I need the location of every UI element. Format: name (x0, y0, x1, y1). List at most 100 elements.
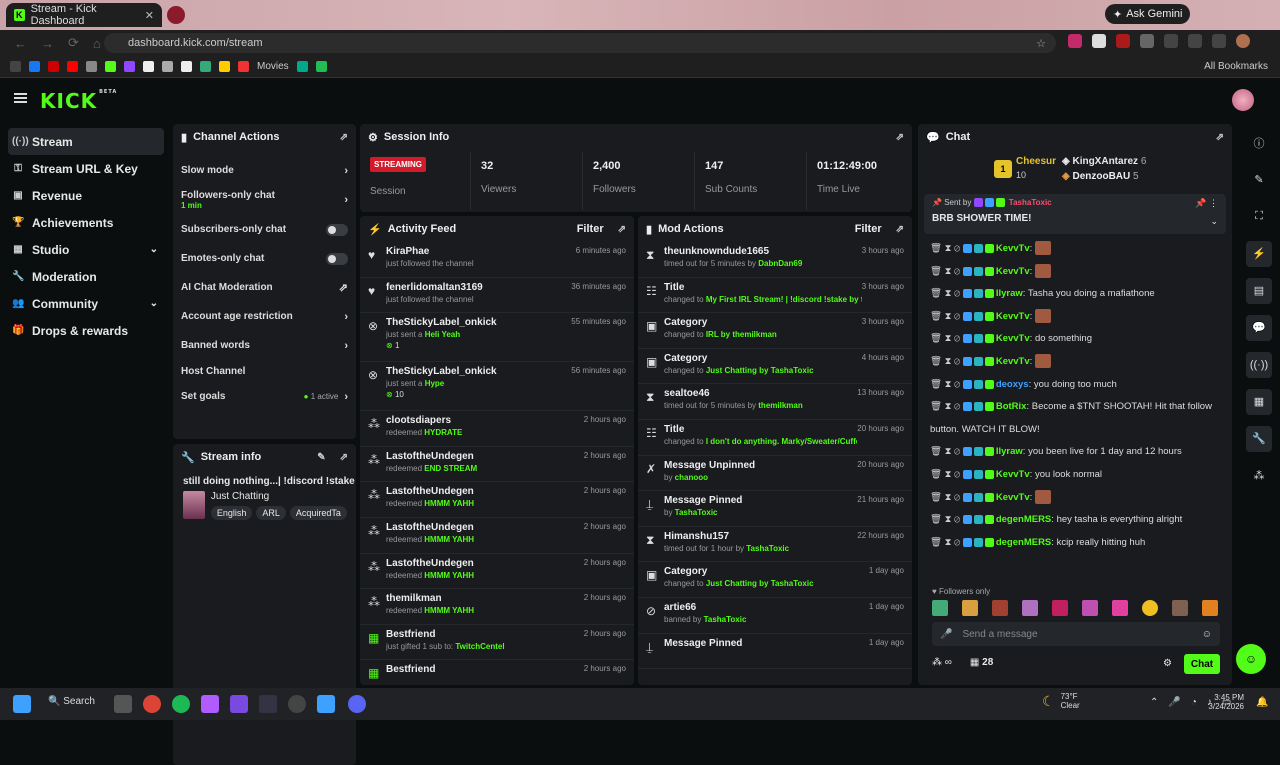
chat-username[interactable]: degenMERS (996, 537, 1051, 548)
tag[interactable]: English (210, 506, 253, 520)
ask-gemini-button[interactable]: ✦ Ask Gemini (1105, 4, 1191, 24)
feed-username[interactable]: Category (664, 566, 869, 577)
mod-tools-icon[interactable]: 🗑 ⧗ ⊘ (930, 288, 963, 299)
discord-icon[interactable] (348, 695, 366, 713)
chat-username[interactable]: KevvTv (996, 356, 1030, 367)
emoji-icon[interactable]: ☺ (1202, 629, 1212, 640)
emote-icon[interactable] (1172, 600, 1188, 616)
feed-username[interactable]: Bestfriend (386, 664, 584, 675)
kick-bookmark-icon[interactable] (105, 61, 116, 72)
account-age-row[interactable]: Account age restriction › (173, 302, 356, 331)
mic-icon[interactable]: 🎤 (940, 629, 952, 640)
mod-tools-icon[interactable]: 🗑 ⧗ ⊘ (930, 243, 963, 254)
top-gifter-3[interactable]: ◈ DenzooBAU 5 (1062, 171, 1139, 182)
windows-start-icon[interactable] (13, 695, 31, 713)
tag[interactable]: AcquiredTa (289, 506, 347, 520)
emotes-only-toggle[interactable] (326, 252, 348, 265)
sidebar-item-community[interactable]: 👥 Community ⌄ (8, 290, 164, 317)
chat-username[interactable]: degenMERS (996, 514, 1051, 525)
app-icon[interactable] (259, 695, 277, 713)
extension-icon[interactable] (1140, 34, 1154, 48)
feed-username[interactable]: theunknowndude1665 (664, 246, 862, 257)
mod-icon[interactable]: ▦ (1238, 383, 1280, 420)
feed-highlight[interactable]: END STREAM (424, 464, 477, 473)
emote-icon[interactable] (1022, 600, 1038, 616)
kick-logo[interactable]: KICK BETA (40, 89, 117, 113)
bookmark-icon[interactable] (86, 61, 97, 72)
clock[interactable]: 3:45 PM 3/24/2026 (1204, 693, 1244, 711)
chat-username[interactable]: KevvTv (996, 492, 1030, 503)
mod-tools-icon[interactable]: 🗑 ⧗ ⊘ (930, 537, 963, 548)
popout-icon[interactable]: ⇗ (1216, 132, 1224, 143)
extension-icon[interactable] (1092, 34, 1106, 48)
chat-username[interactable]: BotRix (996, 401, 1027, 412)
chrome-icon[interactable] (143, 695, 161, 713)
feed-username[interactable]: fenerlidomaltan3169 (386, 282, 571, 293)
feed-username[interactable]: Title (664, 282, 862, 293)
bookmark-icon[interactable] (315, 61, 327, 72)
apps-icon[interactable] (10, 61, 21, 72)
weather-widget[interactable]: ☾ 73°F Clear (1042, 692, 1080, 710)
edit-icon[interactable]: ✎ (1238, 161, 1280, 198)
sidebar-item-studio[interactable]: ▦ Studio ⌄ (8, 236, 164, 263)
sidebar-item-revenue[interactable]: ▣ Revenue (8, 182, 164, 209)
popout-icon[interactable]: ⇗ (340, 452, 348, 463)
popout-icon[interactable]: ⇗ (896, 132, 904, 143)
chat-username[interactable]: KevvTv (996, 266, 1030, 277)
mod-tools-icon[interactable]: 🗑 ⧗ ⊘ (930, 469, 963, 480)
feed-username[interactable]: themilkman (386, 593, 584, 604)
popout-icon[interactable]: ⇗ (340, 132, 348, 143)
sidebar-item-stream-url[interactable]: ⚿ Stream URL & Key (8, 155, 164, 182)
chat-username[interactable]: KevvTv (996, 311, 1030, 322)
emote-icon[interactable] (1142, 600, 1158, 616)
chat-username[interactable]: Ilyraw (996, 446, 1023, 457)
emote-icon[interactable] (962, 600, 978, 616)
new-tab-button[interactable] (167, 6, 185, 24)
pin-icon[interactable]: 📌 ⋮ (1195, 198, 1218, 209)
chat-username[interactable]: deoxys (996, 379, 1029, 390)
bookmark-icon[interactable] (181, 61, 192, 72)
feed-username[interactable]: Category (664, 353, 862, 364)
twitch-icon[interactable] (124, 61, 135, 72)
feed-username[interactable]: clootsdiapers (386, 415, 584, 426)
feed-highlight[interactable]: IRL by themilkman (706, 330, 777, 339)
mod-tools-icon[interactable]: 🗑 ⧗ ⊘ (930, 446, 963, 457)
feed-username[interactable]: Bestfriend (386, 629, 584, 640)
url-input[interactable]: dashboard.kick.com/stream ☆ (104, 33, 1056, 53)
sidebar-item-drops[interactable]: 🎁 Drops & rewards (8, 317, 164, 344)
followers-only-row[interactable]: Followers-only chat 1 min › (173, 185, 356, 215)
extension-icon[interactable] (1188, 34, 1202, 48)
extension-icon[interactable] (1116, 34, 1130, 48)
subscribers-only-toggle[interactable] (326, 223, 348, 236)
bookmark-icon[interactable] (162, 61, 173, 72)
close-tab-icon[interactable]: ✕ (145, 9, 154, 22)
slow-mode-row[interactable]: Slow mode › (173, 156, 356, 185)
emote-icon[interactable] (932, 600, 948, 616)
feed-highlight[interactable]: HMMM YAHH (424, 571, 474, 580)
user-avatar[interactable] (1232, 89, 1254, 111)
points-icon[interactable]: ⁂ ∞ (932, 657, 952, 668)
forward-icon[interactable]: → (41, 36, 54, 51)
bolt-icon[interactable]: ⚡ (1238, 235, 1280, 272)
pinned-message[interactable]: 📌 Sent by TashaToxic BRB SHOWER TIME! 📌 … (924, 194, 1226, 234)
spotify-icon[interactable] (172, 695, 190, 713)
app-icon[interactable] (201, 695, 219, 713)
filter-button[interactable]: Filter (577, 223, 604, 235)
taskview-icon[interactable] (114, 695, 132, 713)
top-gifter-2[interactable]: ◈ KingXAntarez 6 (1062, 156, 1146, 167)
extension-icon[interactable] (1164, 34, 1178, 48)
feed-highlight[interactable]: TwitchCentel (455, 642, 504, 651)
tag[interactable]: ARL (256, 506, 286, 520)
sidebar-item-moderation[interactable]: 🔧 Moderation (8, 263, 164, 290)
notepad-icon[interactable] (317, 695, 335, 713)
wifi-icon[interactable]: ◔ (1191, 697, 1197, 708)
mod-tools-icon[interactable]: 🗑 ⧗ ⊘ (930, 492, 963, 503)
chat-icon[interactable]: 💬 (1238, 309, 1280, 346)
pinned-username[interactable]: TashaToxic (1009, 198, 1052, 207)
feed-username[interactable]: artie66 (664, 602, 869, 613)
sidebar-item-stream[interactable]: ((·)) Stream (8, 128, 164, 155)
feed-username[interactable]: Title (664, 424, 857, 435)
all-bookmarks[interactable]: All Bookmarks (1204, 61, 1268, 72)
mod-tools-icon[interactable]: 🗑 ⧗ ⊘ (930, 401, 963, 412)
reload-icon[interactable]: ⟳ (68, 35, 79, 51)
